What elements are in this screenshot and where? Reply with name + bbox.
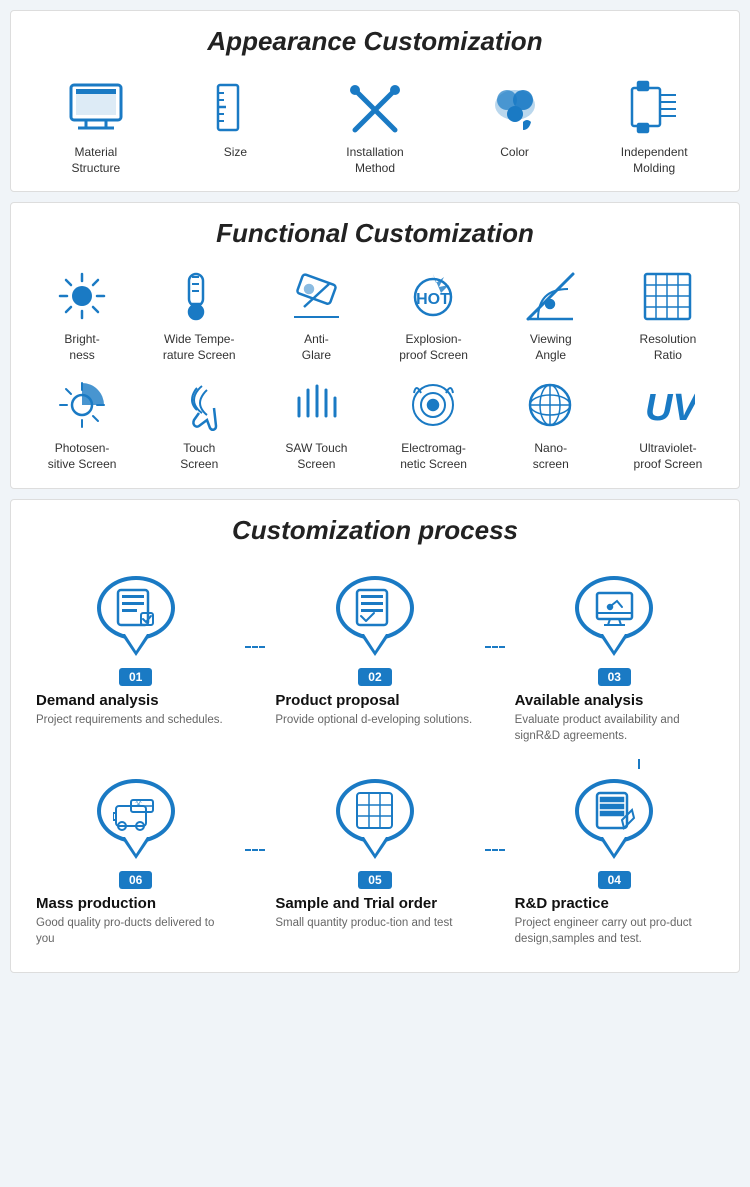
size-icon [205,77,265,137]
process-section: Customization process .process-steps-gri… [10,499,740,973]
material-structure-icon [66,77,126,137]
process-step-06: 交 06 Mass production Good quality pro-du… [26,769,245,957]
step-04-icon [575,779,653,843]
explosion-proof-label: Explosion-proof Screen [399,332,468,363]
color-icon [485,77,545,137]
icon-item-independent-molding: IndependentMolding [584,77,724,176]
step-06-title: Mass production [31,895,240,912]
icon-item-touch-screen: TouchScreen [143,378,255,472]
independent-molding-label: IndependentMolding [621,145,688,176]
icon-item-anti-glare: Anti-Glare [260,269,372,363]
step-01-pin: 01 [91,576,181,686]
ultraviolet-label: Ultraviolet-proof Screen [634,441,703,472]
touch-screen-label: TouchScreen [180,441,218,472]
functional-section: Functional Customization Bright-ness [10,202,740,488]
icon-item-nanoscreen: Nano-screen [495,378,607,472]
process-title: Customization process [26,515,724,546]
icon-item-size: Size [166,77,306,161]
process-step-03: 03 Available analysis Evaluate product a… [505,566,724,754]
step-05-title: Sample and Trial order [270,895,479,912]
anti-glare-label: Anti-Glare [302,332,331,363]
photosensitive-label: Photosen-sitive Screen [48,441,117,472]
step-02-icon [336,576,414,640]
viewing-angle-label: ViewingAngle [530,332,572,363]
wide-temperature-icon [172,269,227,324]
icon-item-color: Color [445,77,585,161]
functional-title: Functional Customization [26,218,724,249]
ultraviolet-icon: UV [640,378,695,433]
step-06-number: 06 [119,871,152,889]
process-step-02: 02 Product proposal Provide optional d-e… [265,566,484,738]
step-01-desc: Project requirements and schedules. [31,712,240,728]
icon-item-brightness: Bright-ness [26,269,138,363]
step-04-number: 04 [598,871,631,889]
step-04-pin: 04 [569,779,659,889]
icon-item-wide-temperature: Wide Tempe-rature Screen [143,269,255,363]
step-06-icon: 交 [97,779,175,843]
brightness-label: Bright-ness [64,332,99,363]
step-02-desc: Provide optional d-eveloping solutions. [270,712,479,728]
step-05-icon [336,779,414,843]
icon-item-saw-touch-screen: SAW TouchScreen [260,378,372,472]
step-06-desc: Good quality pro-ducts delivered to you [31,915,240,947]
icon-item-material-structure: MaterialStructure [26,77,166,176]
step-03-number: 03 [598,668,631,686]
step-06-pin: 交 06 [91,779,181,889]
step-03-icon [575,576,653,640]
icon-item-viewing-angle: ViewingAngle [495,269,607,363]
electromagnetic-label: Electromag-netic Screen [400,441,467,472]
saw-touch-screen-icon [289,378,344,433]
anti-glare-icon [289,269,344,324]
nanoscreen-icon [523,378,578,433]
process-step-05: 05 Sample and Trial order Small quantity… [265,769,484,941]
step-03-pin: 03 [569,576,659,686]
material-structure-label: MaterialStructure [71,145,120,176]
installation-method-label: InstallationMethod [346,145,403,176]
svg-text:UV: UV [645,387,695,429]
electromagnetic-icon [406,378,461,433]
installation-method-icon [345,77,405,137]
size-label: Size [224,145,247,161]
step-04-desc: Project engineer carry out pro-duct desi… [510,915,719,947]
icon-item-electromagnetic: Electromag-netic Screen [377,378,489,472]
icon-item-explosion-proof: HOT Explosion-proof Screen [377,269,489,363]
step-01-title: Demand analysis [31,692,240,709]
independent-molding-icon [624,77,684,137]
step-05-pin: 05 [330,779,420,889]
icon-item-photosensitive: Photosen-sitive Screen [26,378,138,472]
brightness-icon [55,269,110,324]
step-05-number: 05 [358,871,391,889]
touch-screen-icon [172,378,227,433]
saw-touch-screen-label: SAW TouchScreen [285,441,347,472]
step-02-number: 02 [358,668,391,686]
svg-text:HOT: HOT [416,291,450,308]
nanoscreen-label: Nano-screen [533,441,569,472]
step-02-title: Product proposal [270,692,479,709]
step-03-title: Available analysis [510,692,719,709]
icon-item-ultraviolet: UV Ultraviolet-proof Screen [612,378,724,472]
viewing-angle-icon [523,269,578,324]
process-step-01: 01 Demand analysis Project requirements … [26,566,245,738]
wide-temperature-label: Wide Tempe-rature Screen [163,332,236,363]
process-step-04: 04 R&D practice Project engineer carry o… [505,769,724,957]
icon-item-resolution-ratio: ResolutionRatio [612,269,724,363]
svg-text:交: 交 [135,798,142,807]
appearance-section: Appearance Customization MaterialStructu… [10,10,740,192]
resolution-ratio-label: ResolutionRatio [640,332,697,363]
color-label: Color [500,145,529,161]
resolution-ratio-icon [640,269,695,324]
appearance-title: Appearance Customization [26,26,724,57]
appearance-icons-row: MaterialStructure Size [26,77,724,176]
step-05-desc: Small quantity produc-tion and test [270,915,479,931]
photosensitive-icon [55,378,110,433]
step-01-number: 01 [119,668,152,686]
step-01-icon [97,576,175,640]
functional-icons-grid: Bright-ness Wide Tempe-rature Screen [26,269,724,472]
step-04-title: R&D practice [510,895,719,912]
icon-item-installation-method: InstallationMethod [305,77,445,176]
step-02-pin: 02 [330,576,420,686]
explosion-proof-icon: HOT [406,269,461,324]
step-03-desc: Evaluate product availability and signR&… [510,712,719,744]
